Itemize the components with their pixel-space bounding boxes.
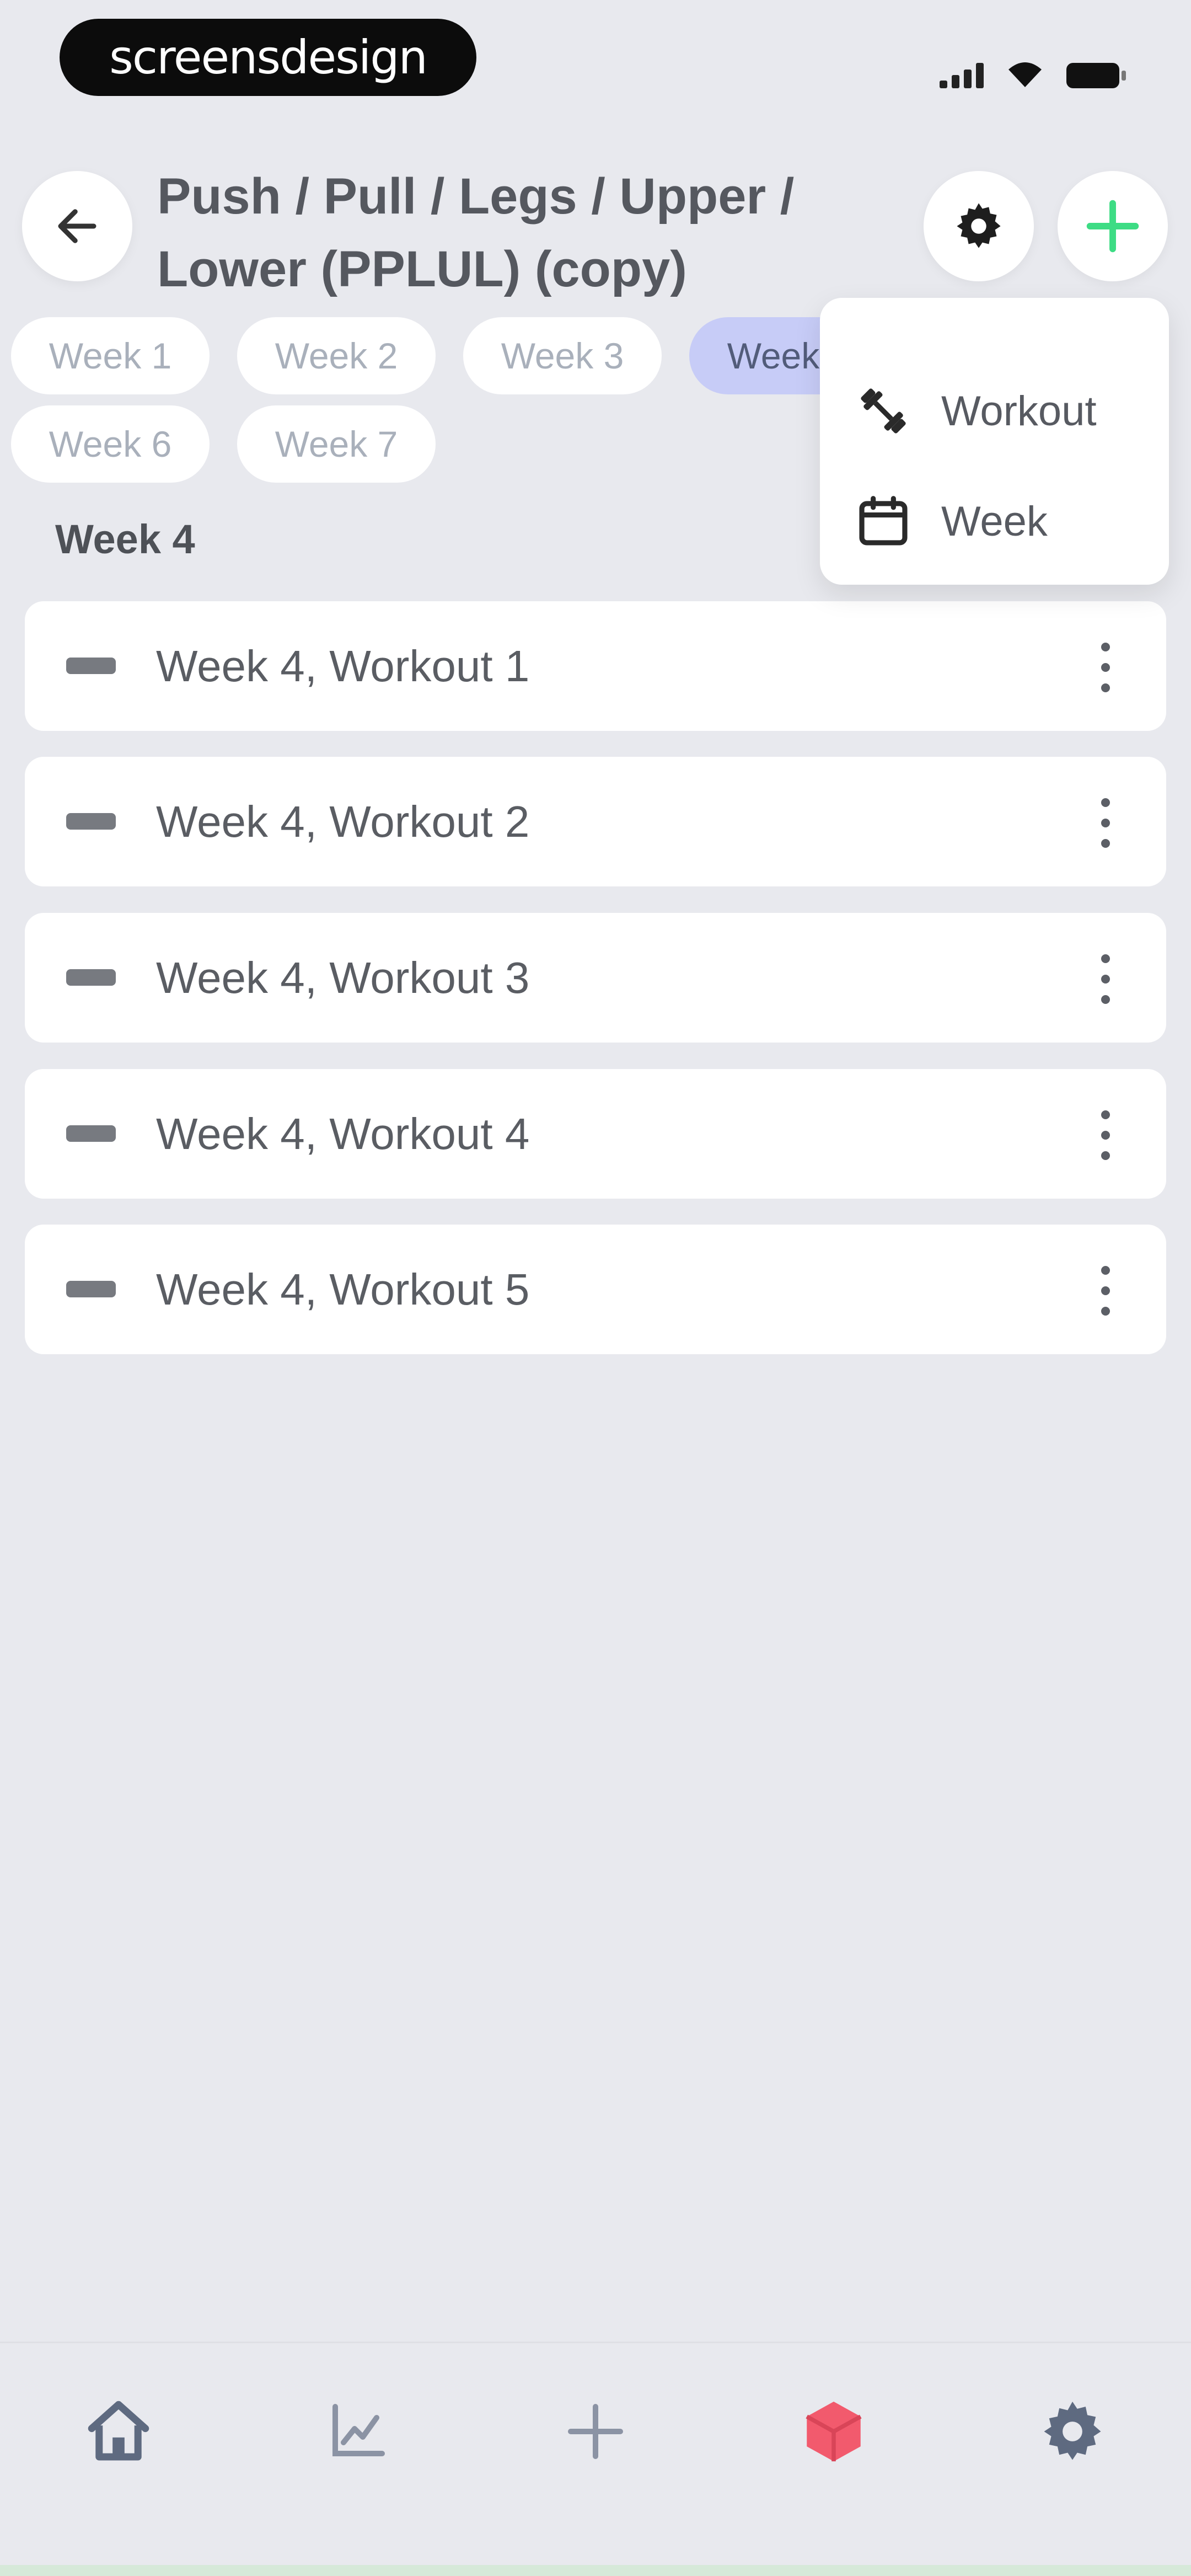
more-options-icon[interactable]: [1097, 798, 1114, 848]
drag-handle-icon[interactable]: [66, 1281, 116, 1297]
nav-programs[interactable]: [779, 2376, 889, 2487]
home-indicator: [0, 2565, 1191, 2576]
list-item[interactable]: Week 4, Workout 2: [25, 757, 1166, 886]
section-title: Week 4: [55, 516, 195, 562]
menu-item-workout[interactable]: Workout: [853, 372, 1162, 450]
tab-week-3[interactable]: Week 3: [463, 317, 662, 394]
drag-handle-icon[interactable]: [66, 658, 116, 674]
nav-add[interactable]: [540, 2376, 651, 2487]
header: Push / Pull / Legs / Upper / Lower (PPLU…: [0, 160, 1191, 303]
gear-icon: [1044, 2401, 1101, 2460]
back-button[interactable]: [22, 171, 132, 281]
more-options-icon[interactable]: [1097, 954, 1114, 1004]
tab-week-6[interactable]: Week 6: [11, 405, 210, 483]
plus-icon: [1086, 200, 1139, 253]
battery-icon: [1066, 63, 1126, 88]
workout-label: Week 4, Workout 2: [156, 797, 530, 846]
more-options-icon[interactable]: [1097, 1266, 1114, 1316]
bottom-nav: [0, 2342, 1191, 2576]
arrow-left-icon: [58, 209, 96, 243]
chart-icon: [332, 2404, 385, 2456]
wifi-icon: [1008, 62, 1042, 87]
tab-week-1[interactable]: Week 1: [11, 317, 210, 394]
more-options-icon[interactable]: [1097, 643, 1114, 692]
workout-label: Week 4, Workout 4: [156, 1109, 530, 1158]
menu-item-label: Workout: [941, 387, 1097, 435]
more-options-icon[interactable]: [1097, 1110, 1114, 1160]
nav-home[interactable]: [63, 2376, 174, 2487]
menu-item-week[interactable]: Week: [853, 483, 1162, 560]
cube-icon: [806, 2401, 862, 2462]
list-item[interactable]: Week 4, Workout 4: [25, 1069, 1166, 1199]
nav-stats[interactable]: [302, 2376, 412, 2487]
nav-settings[interactable]: [1017, 2376, 1128, 2487]
workout-label: Week 4, Workout 1: [156, 642, 530, 691]
tab-week-7[interactable]: Week 7: [237, 405, 436, 483]
plus-icon: [568, 2404, 623, 2459]
workout-label: Week 4, Workout 3: [156, 953, 530, 1002]
drag-handle-icon[interactable]: [66, 1125, 116, 1142]
list-item[interactable]: Week 4, Workout 3: [25, 913, 1166, 1043]
drag-handle-icon[interactable]: [66, 969, 116, 986]
list-item[interactable]: Week 4, Workout 5: [25, 1225, 1166, 1354]
add-menu: Workout Week: [820, 298, 1169, 585]
drag-handle-icon[interactable]: [66, 813, 116, 830]
calendar-icon: [859, 496, 908, 546]
add-button[interactable]: [1058, 171, 1168, 281]
signal-icon: [940, 61, 984, 88]
settings-button[interactable]: [924, 171, 1034, 281]
menu-item-label: Week: [941, 498, 1048, 545]
brand-logo: screensdesign: [60, 19, 476, 96]
page-title: Push / Pull / Legs / Upper / Lower (PPLU…: [157, 168, 795, 297]
status-bar: screensdesign: [0, 0, 1191, 127]
status-icons: [940, 50, 1126, 88]
tab-week-2[interactable]: Week 2: [237, 317, 436, 394]
workout-label: Week 4, Workout 5: [156, 1265, 530, 1314]
app-screen: screensdesign Push / Pull / Legs / Upper…: [0, 0, 1191, 2576]
home-icon: [88, 2401, 149, 2461]
gear-icon: [957, 203, 1001, 248]
dumbbell-icon: [861, 388, 906, 434]
list-item[interactable]: Week 4, Workout 1: [25, 601, 1166, 731]
